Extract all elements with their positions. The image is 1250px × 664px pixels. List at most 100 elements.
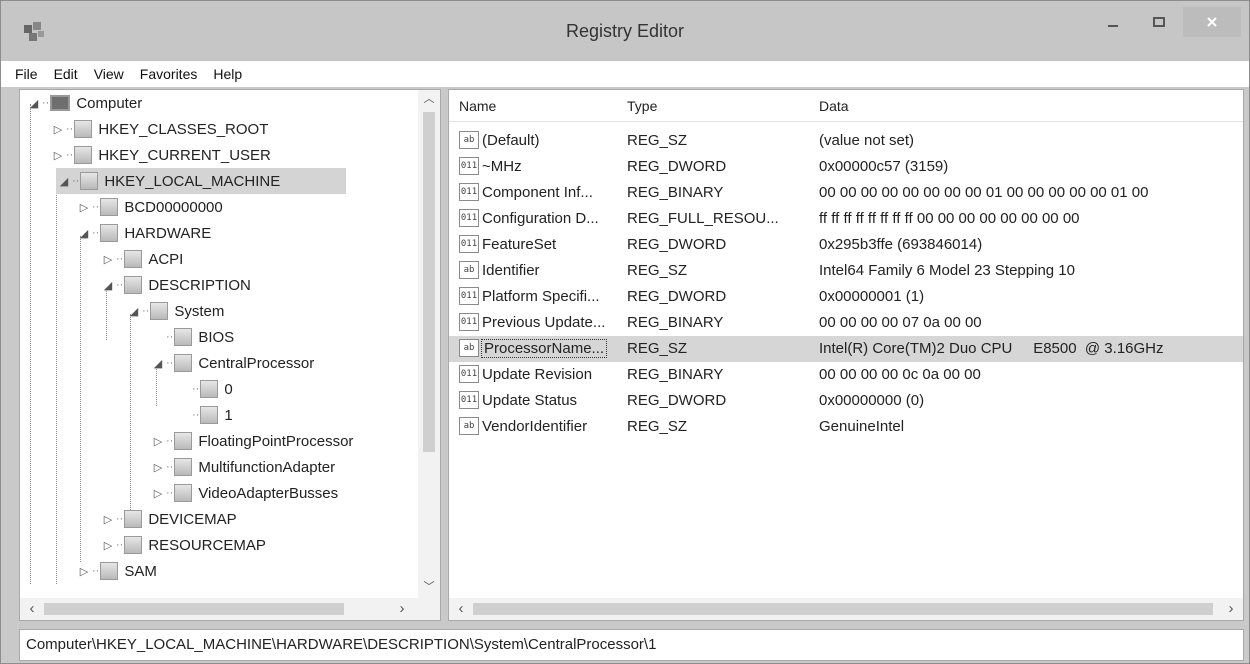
expand-arrow-icon[interactable]: ▷ [100, 539, 116, 552]
expand-arrow-icon[interactable]: ▷ [100, 513, 116, 526]
tree-node-label: SAM [124, 562, 157, 580]
value-name-cell: ab VendorIdentifier [459, 417, 587, 435]
value-row[interactable]: 011 Previous Update... REG_BINARY 00 00 00 … [449, 310, 1243, 336]
expand-arrow-icon[interactable]: ▷ [150, 461, 166, 474]
column-header-type[interactable]: Type [627, 98, 657, 114]
minimize-button[interactable] [1093, 7, 1133, 37]
tree-node[interactable]: ◢ ·· DESCRIPTION [20, 272, 251, 298]
tree-node[interactable]: ▷ ·· SAM [20, 558, 157, 584]
tree-node[interactable]: ▷ ·· FloatingPointProcessor [20, 428, 353, 454]
folder-icon [200, 406, 219, 424]
value-row[interactable]: 011 Update Revision REG_BINARY 00 00 00 00 … [449, 362, 1243, 388]
expand-arrow-icon[interactable]: ▷ [150, 435, 166, 448]
scroll-right-icon[interactable]: › [1221, 598, 1241, 620]
tree-connector: ·· [42, 97, 50, 109]
tree-node-label: DESCRIPTION [148, 276, 251, 294]
title-bar[interactable]: Registry Editor [1, 1, 1249, 61]
tree-node[interactable]: ▷ ·· DEVICEMAP [20, 506, 237, 532]
tree-node[interactable]: ◢ ·· HKEY_LOCAL_MACHINE [56, 168, 346, 194]
tree-node[interactable]: ◢ ·· Computer [20, 90, 142, 116]
value-data: Intel64 Family 6 Model 23 Stepping 10 [819, 262, 1075, 279]
value-name-cell: ab ProcessorName... [459, 338, 608, 358]
values-horizontal-scrollbar[interactable]: ‹ › [449, 598, 1243, 620]
value-row[interactable]: 011 Platform Specifi... REG_DWORD 0x0000000… [449, 284, 1243, 310]
tree-node[interactable]: ▷ ·· HKEY_CURRENT_USER [20, 142, 271, 168]
tree-node[interactable]: ·· 1 [20, 402, 233, 428]
collapse-arrow-icon[interactable]: ◢ [126, 305, 142, 318]
value-name-cell: 011 Component Inf... [459, 183, 593, 201]
scroll-up-icon[interactable]: ︿ [418, 90, 440, 108]
values-pane: Name Type Data ab (Default) REG_SZ (value n… [448, 89, 1244, 621]
menu-file[interactable]: File [7, 66, 46, 82]
tree-node[interactable]: ▷ ·· BCD00000000 [20, 194, 223, 220]
tree-node[interactable]: ▷ ·· MultifunctionAdapter [20, 454, 335, 480]
value-row[interactable]: ab (Default) REG_SZ (value not set) [449, 128, 1243, 154]
expand-arrow-icon[interactable]: ▷ [76, 565, 92, 578]
folder-icon [174, 484, 193, 502]
close-button[interactable] [1183, 7, 1241, 37]
tree-horizontal-scrollbar[interactable]: ‹ › [20, 598, 440, 620]
value-row[interactable]: ab ProcessorName... REG_SZ Intel(R) Core(TM… [449, 336, 1243, 362]
menu-favorites[interactable]: Favorites [132, 66, 206, 82]
folder-icon [124, 510, 143, 528]
scroll-left-icon[interactable]: ‹ [22, 598, 42, 620]
tree-node[interactable]: ▷ ·· HKEY_CLASSES_ROOT [20, 116, 268, 142]
scroll-left-icon[interactable]: ‹ [451, 598, 471, 620]
tree-connector: ·· [192, 409, 200, 421]
value-row[interactable]: 011 Configuration D... REG_FULL_RESOU... ff… [449, 206, 1243, 232]
expand-arrow-icon[interactable]: ▷ [100, 253, 116, 266]
collapse-arrow-icon[interactable]: ◢ [56, 175, 72, 188]
value-data: 0x00000c57 (3159) [819, 158, 949, 175]
tree-node[interactable]: ▷ ·· VideoAdapterBusses [20, 480, 338, 506]
tree-node[interactable]: ◢ ·· HARDWARE [20, 220, 211, 246]
tree-vertical-scrollbar[interactable]: ︿ ﹀ [418, 90, 440, 598]
column-header-name[interactable]: Name [459, 98, 496, 114]
tree-connector: ·· [72, 175, 80, 187]
collapse-arrow-icon[interactable]: ◢ [150, 357, 166, 370]
collapse-arrow-icon[interactable]: ◢ [76, 227, 92, 240]
tree-node[interactable]: ▷ ·· ACPI [20, 246, 183, 272]
menu-view[interactable]: View [86, 66, 132, 82]
maximize-button[interactable] [1139, 7, 1179, 37]
expand-arrow-icon[interactable]: ▷ [50, 123, 66, 136]
menu-edit[interactable]: Edit [46, 66, 86, 82]
scroll-right-icon[interactable]: › [392, 598, 412, 620]
column-header-data[interactable]: Data [819, 98, 849, 114]
value-row[interactable]: ab VendorIdentifier REG_SZ GenuineIntel [449, 414, 1243, 440]
value-data: 0x295b3ffe (693846014) [819, 236, 983, 253]
value-row[interactable]: 011 ~MHz REG_DWORD 0x00000c57 (3159) [449, 154, 1243, 180]
tree-connector: ·· [166, 461, 174, 473]
collapse-arrow-icon[interactable]: ◢ [26, 97, 42, 110]
tree-node-label: Computer [76, 94, 143, 112]
tree-node[interactable]: ◢ ·· CentralProcessor [20, 350, 314, 376]
tree-connector: ·· [166, 435, 174, 447]
tree-scroll-thumb[interactable] [423, 112, 435, 452]
values-hscroll-thumb[interactable] [473, 603, 1213, 615]
value-type: REG_BINARY [627, 366, 724, 383]
collapse-arrow-icon[interactable]: ◢ [100, 279, 116, 292]
value-row[interactable]: 011 Component Inf... REG_BINARY 00 00 00 00… [449, 180, 1243, 206]
value-name: Identifier [482, 261, 540, 279]
tree-node[interactable]: ▷ ·· RESOURCEMAP [20, 532, 266, 558]
value-type: REG_BINARY [627, 184, 724, 201]
tree-connector: ·· [166, 357, 174, 369]
expand-arrow-icon[interactable]: ▷ [76, 201, 92, 214]
value-data: GenuineIntel [819, 418, 905, 435]
scroll-down-icon[interactable]: ﹀ [418, 578, 440, 596]
expand-arrow-icon[interactable]: ▷ [50, 149, 66, 162]
menu-help[interactable]: Help [205, 66, 250, 82]
tree-node[interactable]: ·· BIOS [20, 324, 234, 350]
value-row[interactable]: ab Identifier REG_SZ Intel64 Family 6 Model… [449, 258, 1243, 284]
tree-node[interactable]: ·· 0 [20, 376, 233, 402]
binary-value-icon: 011 [459, 235, 479, 253]
expand-arrow-icon[interactable]: ▷ [150, 487, 166, 500]
tree-connector: ·· [166, 331, 174, 343]
tree-hscroll-thumb[interactable] [44, 603, 344, 615]
tree-node[interactable]: ◢ ·· System [20, 298, 224, 324]
menu-bar: File Edit View Favorites Help [1, 61, 1249, 87]
value-name: VendorIdentifier [482, 417, 588, 435]
value-data: 00 00 00 00 07 0a 00 00 [819, 314, 982, 331]
folder-icon [200, 380, 219, 398]
value-row[interactable]: 011 Update Status REG_DWORD 0x00000000 (0) [449, 388, 1243, 414]
value-row[interactable]: 011 FeatureSet REG_DWORD 0x295b3ffe (693846… [449, 232, 1243, 258]
